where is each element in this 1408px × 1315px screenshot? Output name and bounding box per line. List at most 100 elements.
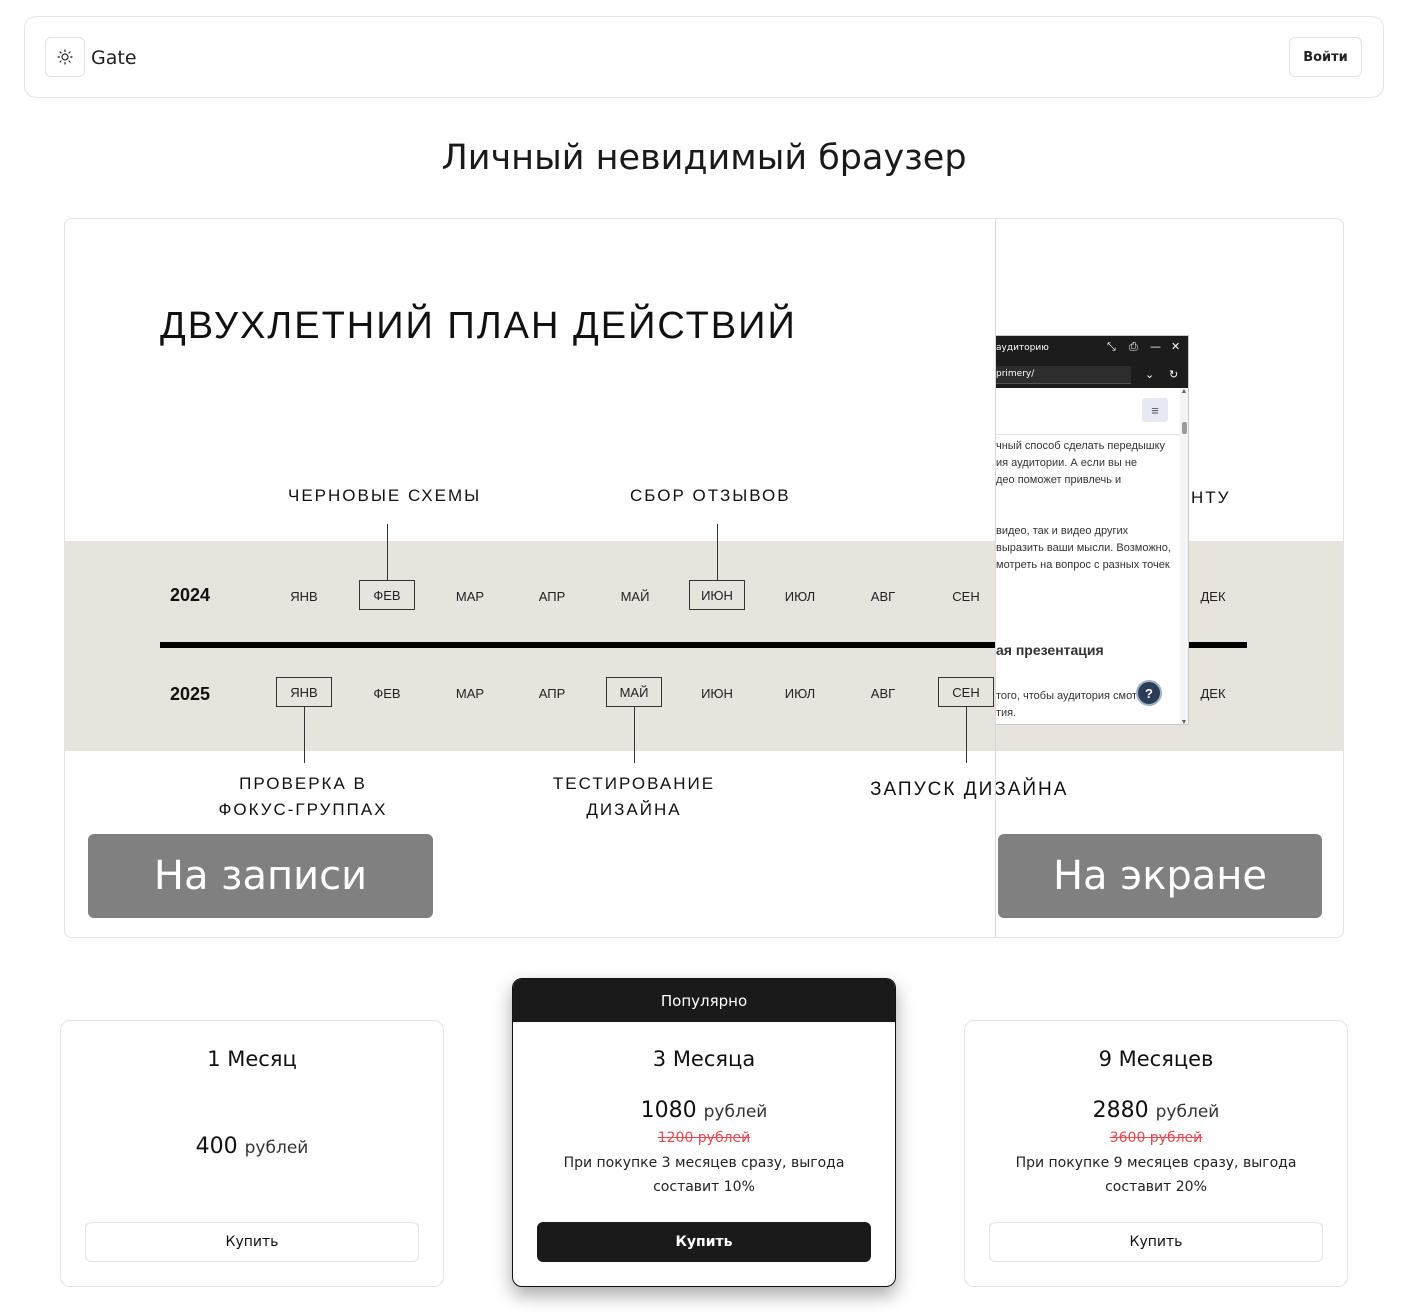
milestone-label-focus-groups: ПРОВЕРКА В ФОКУС-ГРУППАХ	[203, 771, 403, 823]
month-2024-mar: МАР	[455, 588, 485, 604]
screen-view-label: На экране	[998, 834, 1322, 918]
close-icon[interactable]: ✕	[1171, 340, 1180, 353]
plan-card-1-month: 1 Месяц 400 рублей Купить	[60, 1020, 444, 1287]
demo-preview: ДВУХЛЕТНИЙ ПЛАН ДЕЙСТВИЙ ЧЕРНОВЫЕ СХЕМЫ …	[64, 218, 1344, 938]
price-value: 400	[195, 1134, 238, 1159]
month-2025-mar: МАР	[455, 685, 485, 701]
text-line: того, чтобы аудитория смот	[996, 690, 1138, 702]
theme-toggle-button[interactable]	[45, 37, 85, 77]
login-button[interactable]: Войти	[1289, 37, 1362, 77]
page-text-block: видео, так и видео других выразить ваши …	[996, 523, 1171, 574]
milestone-label-partial: НТУ	[1191, 488, 1231, 507]
old-price: 3600 рублей	[1109, 1130, 1203, 1146]
connector-line	[966, 707, 967, 763]
page-heading: ая презентация	[996, 642, 1104, 658]
connector-line	[717, 524, 718, 580]
text-line: выразить ваши мысли. Возможно,	[996, 542, 1171, 554]
month-2025-aug: АВГ	[870, 685, 896, 701]
sun-icon	[57, 49, 73, 65]
milestone-label-testing: ТЕСТИРОВАНИЕ ДИЗАЙНА	[534, 771, 734, 823]
plan-card-9-months: 9 Месяцев 2880 рублей 3600 рублей При по…	[964, 1020, 1348, 1287]
text-line: мотреть на вопрос с разных точек	[996, 559, 1170, 571]
recording-view-label: На записи	[88, 834, 433, 918]
buy-button[interactable]: Купить	[537, 1222, 871, 1262]
scroll-down-icon[interactable]: ▼	[1180, 719, 1188, 724]
month-2024-jan: ЯНВ	[290, 588, 318, 604]
month-2024-jul: ИЮЛ	[784, 588, 816, 604]
savings-note: При покупке 3 месяцев сразу, выгода сост…	[563, 1155, 845, 1195]
month-2025-feb: ФЕВ	[373, 685, 401, 701]
month-2024-aug: АВГ	[870, 588, 896, 604]
slide-title: ДВУХЛЕТНИЙ ПЛАН ДЕЙСТВИЙ	[160, 305, 797, 347]
scrollbar[interactable]: ▲ ▼	[1180, 388, 1188, 724]
plan-card-3-months: Популярно 3 Месяца 1080 рублей 1200 рубл…	[512, 978, 896, 1287]
milestone-label-feedback: СБОР ОТЗЫВОВ	[630, 486, 791, 505]
old-price: 1200 рублей	[657, 1130, 751, 1146]
milestone-label-line: ТЕСТИРОВАНИЕ	[552, 774, 716, 793]
month-2024-dec: ДЕК	[1200, 588, 1226, 604]
month-2025-jul: ИЮЛ	[784, 685, 816, 701]
top-navbar: Gate Войти	[24, 16, 1384, 98]
window-titlebar[interactable]: аудиторию ⤡ ⎙ — ✕	[996, 336, 1188, 362]
connector-line	[387, 524, 388, 580]
page-text-block: того, чтобы аудитория смот тия.	[996, 688, 1137, 722]
floating-browser-window[interactable]: аудиторию ⤡ ⎙ — ✕ primery/ ⌄ ↻ ≡ чный сп…	[996, 335, 1189, 725]
plan-name: 9 Месяцев	[1098, 1047, 1214, 1071]
text-line: чный способ сделать передышку	[996, 440, 1166, 452]
price-currency: рублей	[1155, 1102, 1220, 1122]
address-bar: primery/ ⌄ ↻	[996, 362, 1188, 388]
help-button[interactable]: ?	[1136, 680, 1162, 706]
scroll-up-icon[interactable]: ▲	[1180, 388, 1188, 395]
month-2024-feb: ФЕВ	[359, 580, 415, 610]
month-2025-dec: ДЕК	[1200, 685, 1226, 701]
buy-button[interactable]: Купить	[85, 1222, 419, 1262]
milestone-label-line: ПРОВЕРКА В	[239, 774, 367, 793]
lock-icon[interactable]: ⎙	[1129, 340, 1138, 354]
price-value: 1080	[640, 1098, 697, 1123]
price-currency: рублей	[703, 1102, 768, 1122]
month-2024-sep: СЕН	[952, 588, 980, 604]
month-2024-jun: ИЮН	[689, 580, 745, 610]
milestone-label-launch: ЗАПУСК ДИЗАЙНА	[870, 779, 1069, 800]
minimize-icon[interactable]: —	[1150, 340, 1161, 353]
chevron-down-icon[interactable]: ⌄	[1145, 368, 1154, 381]
plan-price: 400 рублей	[61, 1134, 443, 1159]
text-line: ия аудитории. А если вы не	[996, 457, 1138, 469]
hamburger-menu-icon[interactable]: ≡	[1142, 398, 1168, 422]
divider	[996, 434, 1182, 435]
month-2025-jan: ЯНВ	[276, 677, 332, 707]
year-label-2024: 2024	[170, 585, 211, 605]
month-2024-may: МАЙ	[620, 588, 650, 604]
month-2024-apr: АПР	[538, 588, 566, 604]
milestone-label-line: ФОКУС-ГРУППАХ	[218, 800, 388, 819]
scrollbar-thumb[interactable]	[1182, 422, 1187, 434]
month-2025-sep: СЕН	[938, 677, 994, 707]
refresh-icon[interactable]: ↻	[1169, 368, 1178, 381]
milestone-label-drafts: ЧЕРНОВЫЕ СХЕМЫ	[288, 486, 482, 505]
plan-name: 1 Месяц	[207, 1047, 297, 1071]
page-text-block: чный способ сделать передышку ия аудитор…	[996, 438, 1165, 489]
milestone-label-line: ДИЗАЙНА	[586, 800, 682, 819]
connector-line	[634, 707, 635, 763]
brand-name[interactable]: Gate	[91, 47, 137, 69]
plan-price: 1080 рублей	[513, 1098, 895, 1123]
popular-badge: Популярно	[513, 979, 895, 1022]
text-line: део поможет привлечь и	[996, 474, 1122, 486]
year-label-2025: 2025	[170, 684, 211, 704]
month-2025-apr: АПР	[538, 685, 566, 701]
plan-price: 2880 рублей	[965, 1098, 1347, 1123]
month-2025-may: МАЙ	[606, 677, 662, 707]
text-line: тия.	[996, 707, 1017, 719]
month-2025-jun: ИЮН	[701, 685, 733, 701]
price-value: 2880	[1092, 1098, 1149, 1123]
url-input[interactable]: primery/	[996, 366, 1131, 384]
window-title: аудиторию	[996, 343, 1049, 353]
connector-line	[304, 707, 305, 763]
collapse-icon[interactable]: ⤡	[1107, 340, 1116, 354]
plan-name: 3 Месяца	[652, 1047, 756, 1071]
buy-button[interactable]: Купить	[989, 1222, 1323, 1262]
text-line: видео, так и видео других	[996, 525, 1129, 537]
price-currency: рублей	[244, 1138, 309, 1158]
savings-note: При покупке 9 месяцев сразу, выгода сост…	[1015, 1155, 1297, 1195]
page-title: Личный невидимый браузер	[441, 138, 967, 178]
